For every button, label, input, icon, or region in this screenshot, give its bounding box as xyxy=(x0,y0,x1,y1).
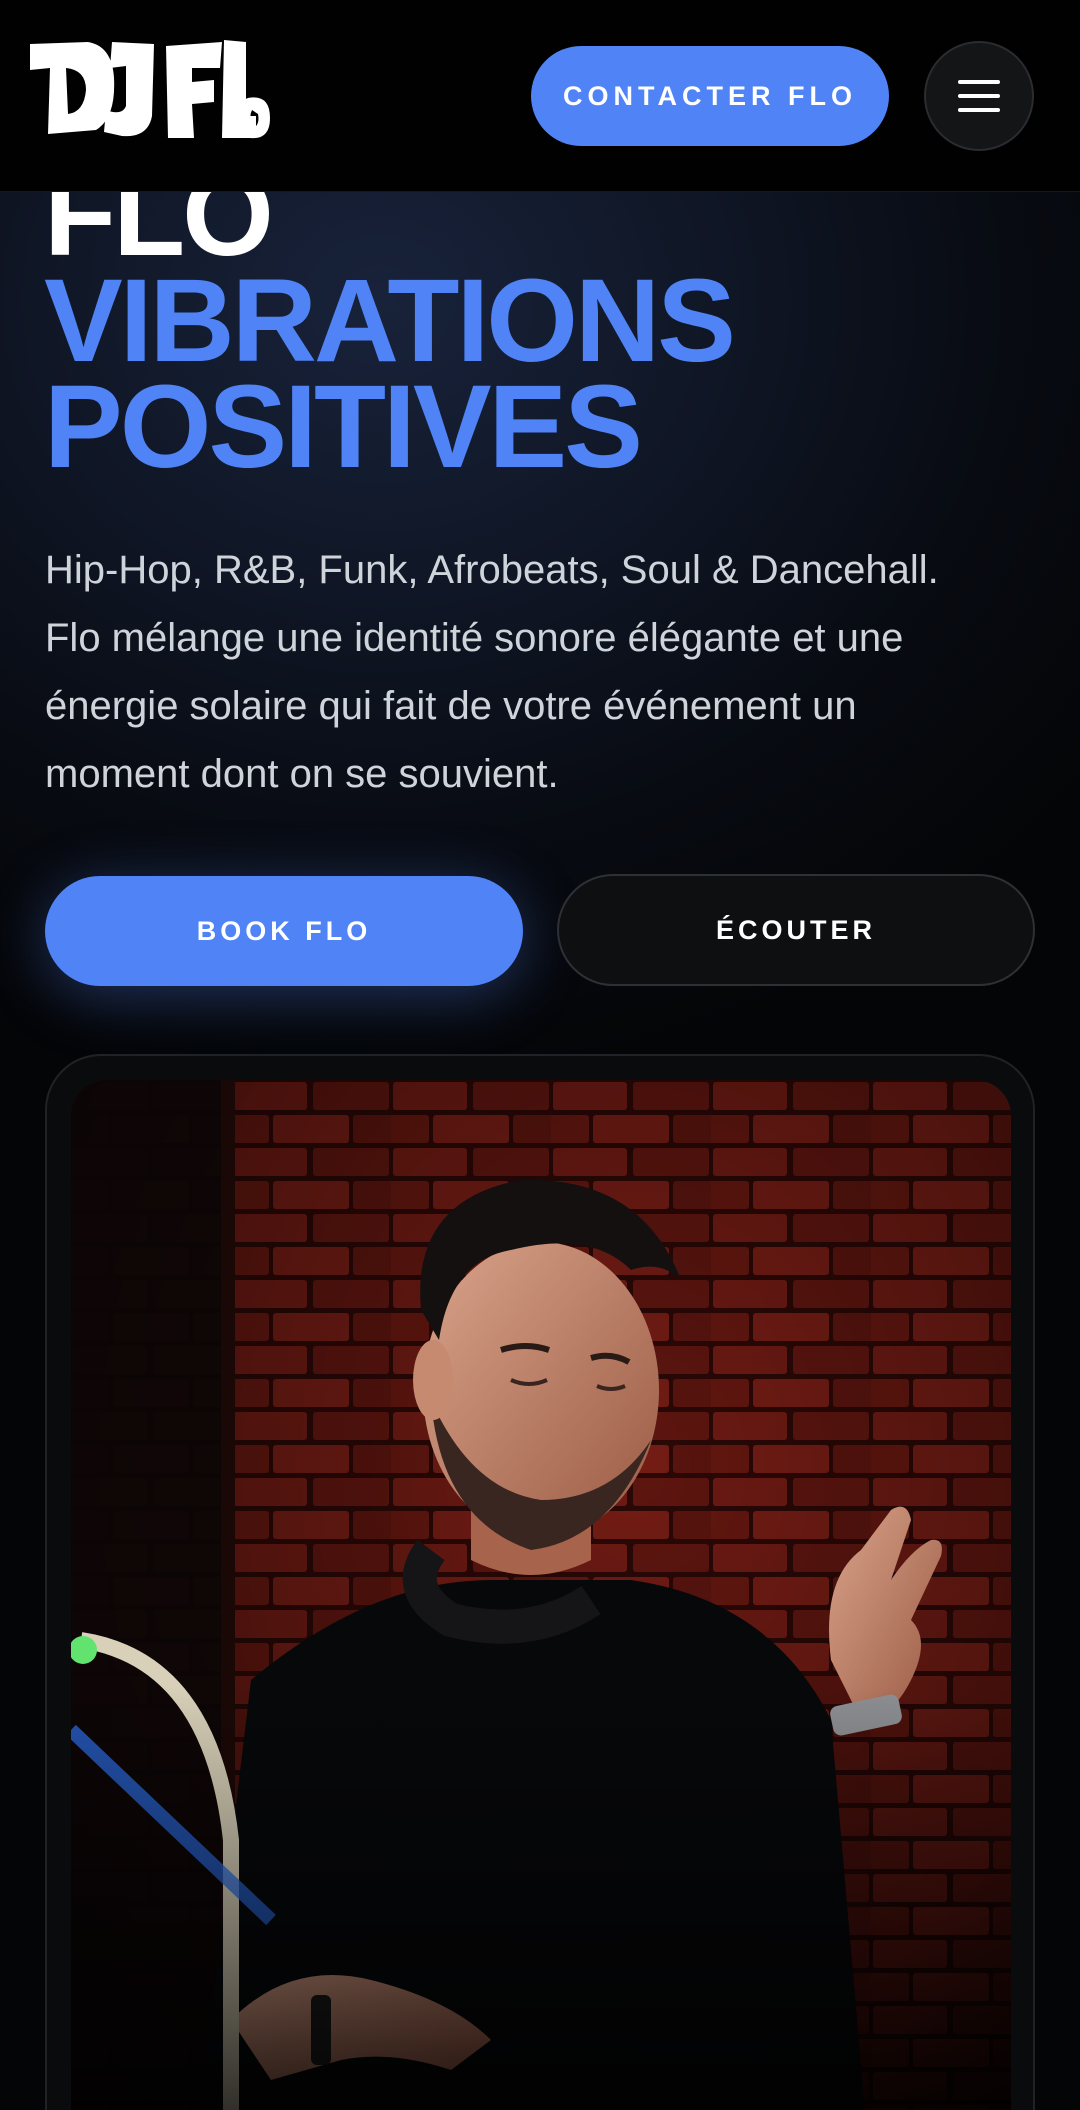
dj-flo-logo[interactable] xyxy=(26,38,272,144)
hero-title-line2: VIBRATIONS xyxy=(44,255,736,387)
book-flo-button[interactable]: BOOK FLO xyxy=(45,876,523,986)
dj-portrait-illustration xyxy=(71,1080,1011,2110)
contact-flo-button[interactable]: CONTACTER FLO xyxy=(531,46,889,146)
logo-graphic xyxy=(30,40,270,139)
hero-title: FLO VIBRATIONS POSITIVES xyxy=(44,156,1044,493)
hamburger-menu-icon xyxy=(958,80,1000,112)
site-header: CONTACTER FLO xyxy=(0,0,1080,192)
hero-description: Hip-Hop, R&B, Funk, Afrobeats, Soul & Da… xyxy=(45,548,939,796)
page: CONTACTER FLO FLO VIBRATIONS POSITIVES H… xyxy=(0,0,1080,2110)
photo-card xyxy=(45,1054,1035,2110)
listen-button[interactable]: ÉCOUTER xyxy=(557,874,1035,986)
hero-title-line3: POSITIVES xyxy=(44,361,643,493)
menu-button[interactable] xyxy=(924,41,1034,151)
dj-portrait-photo xyxy=(71,1080,1011,2110)
